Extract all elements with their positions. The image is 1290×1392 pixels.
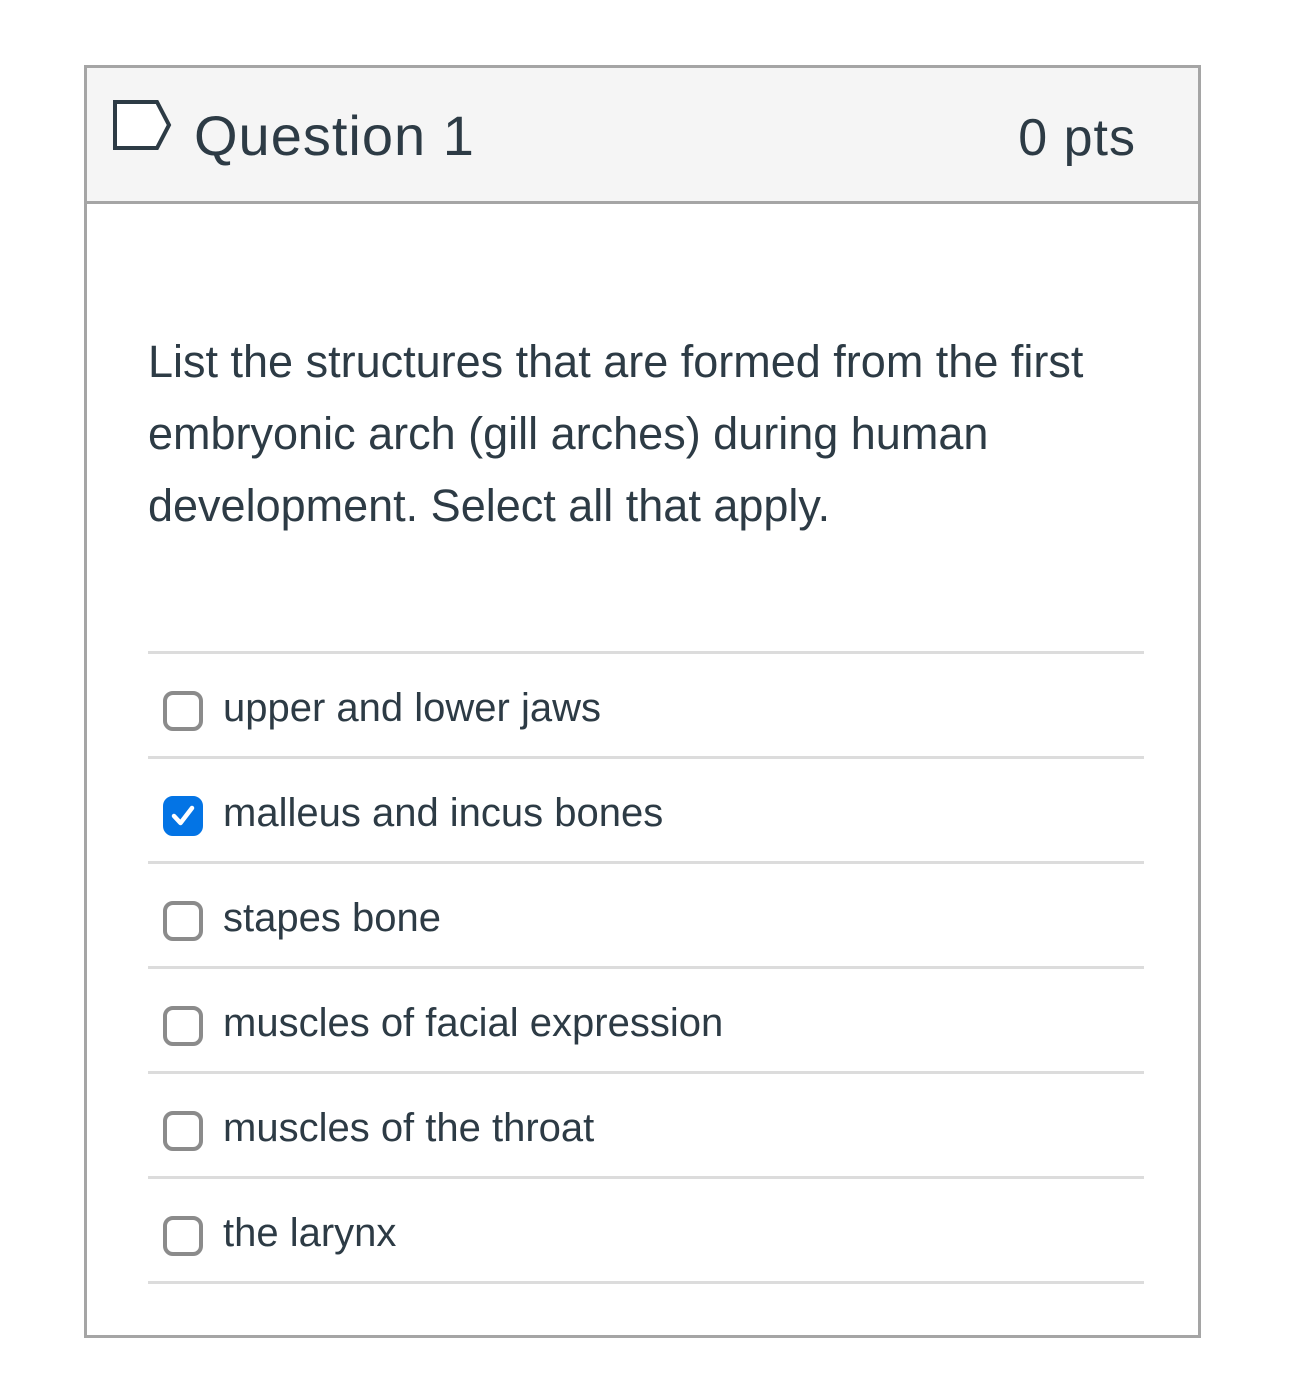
checkbox-checked[interactable]: [163, 796, 203, 836]
question-header: Question 1 0 pts: [87, 68, 1198, 204]
question-text: List the structures that are formed from…: [148, 336, 1084, 531]
flag-icon[interactable]: [111, 98, 175, 152]
check-icon: [171, 805, 195, 826]
answer-option[interactable]: muscles of facial expression: [148, 969, 1144, 1074]
question-card: Question 1 0 pts List the structures tha…: [84, 65, 1201, 1338]
checkbox-unchecked[interactable]: [163, 901, 203, 941]
answer-label: malleus and incus bones: [223, 791, 664, 835]
answer-label: the larynx: [223, 1211, 397, 1255]
checkbox-unchecked[interactable]: [163, 1111, 203, 1151]
answer-label: muscles of facial expression: [223, 1001, 724, 1045]
answer-label: upper and lower jaws: [223, 686, 601, 730]
answer-option[interactable]: malleus and incus bones: [148, 759, 1144, 864]
question-points: 0 pts: [1018, 109, 1136, 167]
answer-label: stapes bone: [223, 896, 441, 940]
checkbox-unchecked[interactable]: [163, 1006, 203, 1046]
answer-option[interactable]: stapes bone: [148, 864, 1144, 969]
answer-option[interactable]: the larynx: [148, 1179, 1144, 1284]
answer-label: muscles of the throat: [223, 1106, 595, 1150]
checkbox-unchecked[interactable]: [163, 691, 203, 731]
checkbox-unchecked[interactable]: [163, 1216, 203, 1256]
answer-list: upper and lower jaws malleus and incus b…: [148, 651, 1144, 1284]
answer-option[interactable]: upper and lower jaws: [148, 654, 1144, 759]
answer-option[interactable]: muscles of the throat: [148, 1074, 1144, 1179]
question-title: Question 1: [194, 104, 475, 167]
